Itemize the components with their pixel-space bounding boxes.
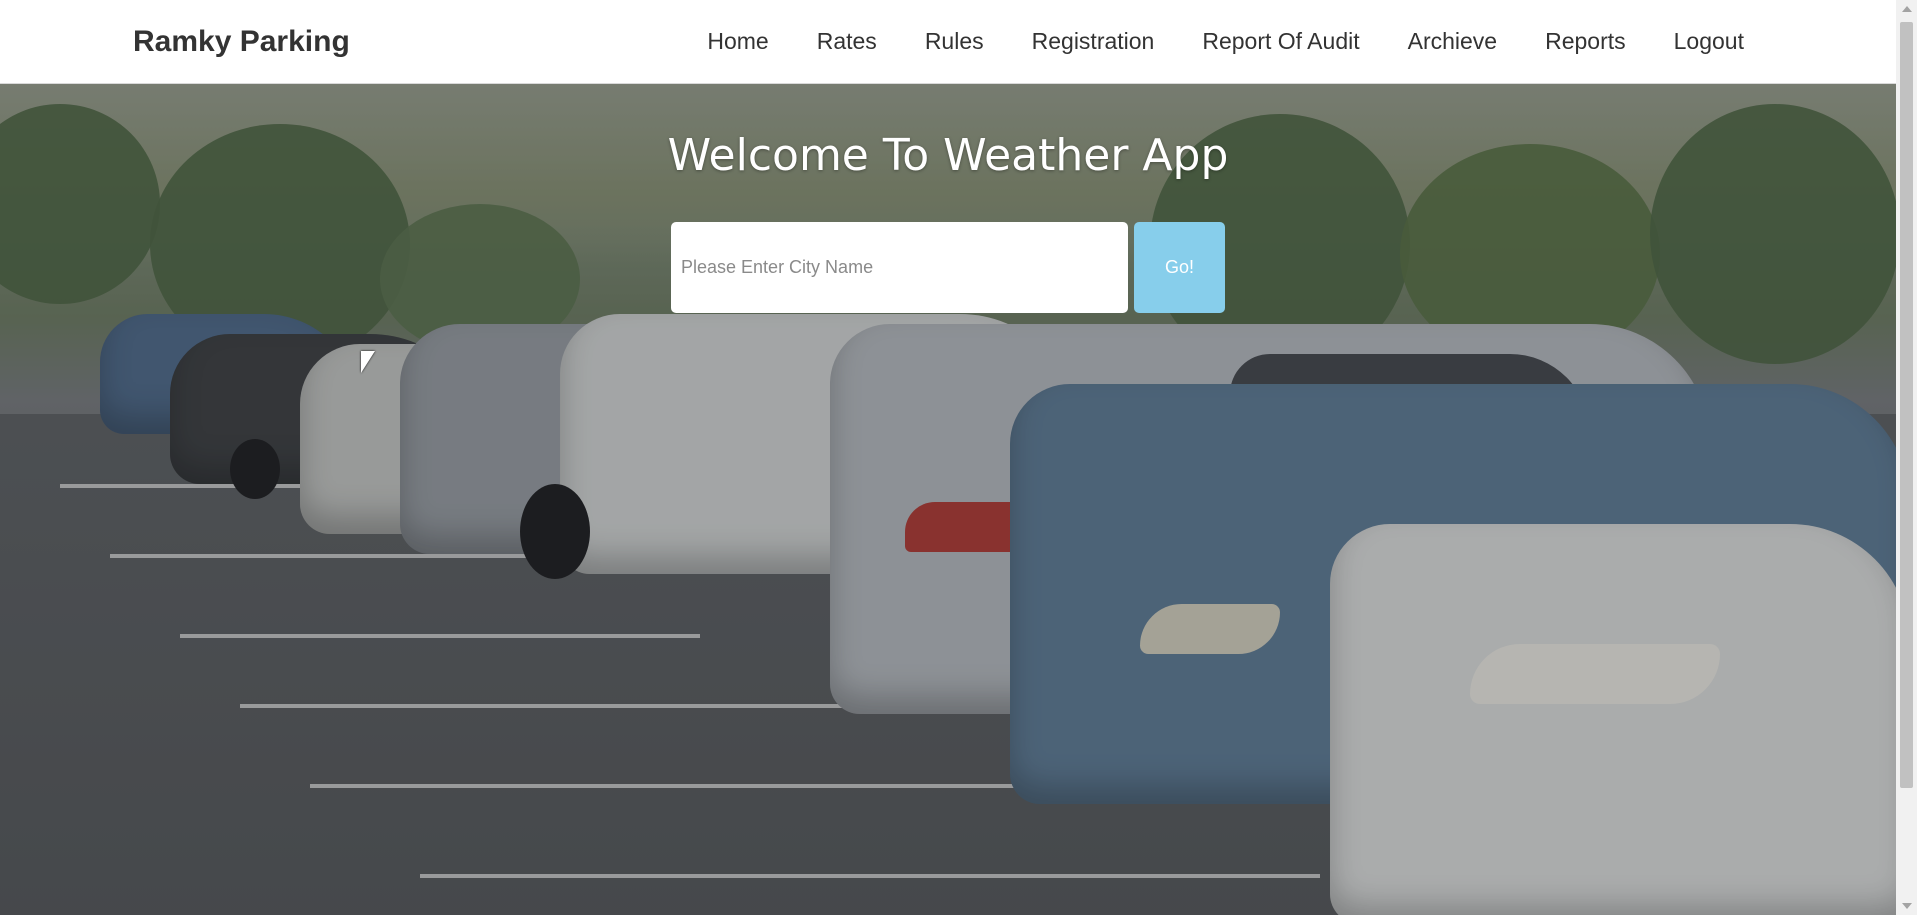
brand-logo[interactable]: Ramky Parking [133, 25, 350, 59]
nav-logout[interactable]: Logout [1674, 28, 1744, 55]
nav-home[interactable]: Home [707, 28, 768, 55]
scroll-thumb[interactable] [1900, 22, 1913, 788]
hero-section: Welcome To Weather App Go! [0, 84, 1896, 915]
scroll-up-arrow-icon[interactable] [1902, 6, 1912, 12]
hero-overlay [0, 84, 1896, 915]
vertical-scrollbar[interactable] [1896, 0, 1917, 915]
city-search-form: Go! [671, 222, 1225, 313]
nav-report-of-audit[interactable]: Report Of Audit [1202, 28, 1359, 55]
go-button[interactable]: Go! [1134, 222, 1225, 313]
nav-rates[interactable]: Rates [817, 28, 877, 55]
scroll-down-arrow-icon[interactable] [1902, 903, 1912, 909]
top-navbar: Ramky Parking Home Rates Rules Registrat… [0, 0, 1896, 84]
nav-rules[interactable]: Rules [925, 28, 984, 55]
city-search-input[interactable] [671, 222, 1128, 313]
nav-menu: Home Rates Rules Registration Report Of … [707, 28, 1744, 55]
page-title: Welcome To Weather App [667, 130, 1229, 181]
nav-reports[interactable]: Reports [1545, 28, 1626, 55]
nav-registration[interactable]: Registration [1032, 28, 1155, 55]
mouse-cursor-icon [361, 351, 375, 373]
nav-archieve[interactable]: Archieve [1408, 28, 1497, 55]
